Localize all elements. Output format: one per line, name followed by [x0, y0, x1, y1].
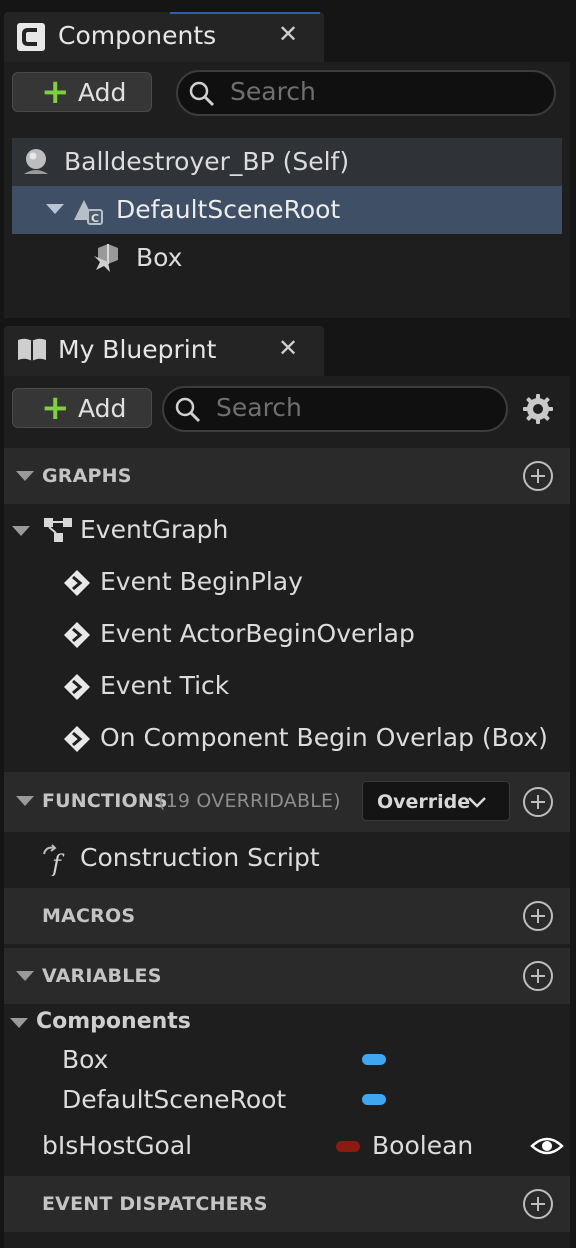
- function-row[interactable]: f Construction Script: [4, 834, 570, 882]
- blueprint-add-button[interactable]: + Add: [12, 388, 152, 428]
- event-dispatchers-section-header[interactable]: EVENT DISPATCHERS: [4, 1176, 570, 1232]
- add-variable-plus-icon[interactable]: [523, 961, 553, 991]
- search-icon: [175, 397, 201, 423]
- actor-sphere-icon: [24, 149, 48, 174]
- tree-row-default-scene-root[interactable]: C DefaultSceneRoot: [12, 186, 562, 234]
- event-row[interactable]: Event Tick: [4, 662, 570, 710]
- variable-name: Box: [62, 1045, 109, 1074]
- self-label: Balldestroyer_BP (Self): [64, 147, 350, 176]
- variable-name: DefaultSceneRoot: [62, 1085, 287, 1114]
- collapse-arrow-icon[interactable]: [16, 796, 34, 806]
- event-node-icon: [64, 674, 90, 700]
- expand-arrow-icon[interactable]: [46, 204, 64, 214]
- variables-header-label: VARIABLES: [42, 965, 162, 987]
- components-add-button[interactable]: + Add: [12, 72, 152, 112]
- svg-text:C: C: [91, 212, 99, 225]
- object-type-pin-icon: [362, 1094, 386, 1105]
- my-blueprint-tab[interactable]: My Blueprint ✕: [4, 326, 324, 376]
- default-scene-root-label: DefaultSceneRoot: [116, 195, 341, 224]
- expand-arrow-icon[interactable]: [10, 1018, 28, 1028]
- event-graph-label: EventGraph: [80, 515, 229, 544]
- chevron-down-icon: [468, 797, 486, 808]
- my-blueprint-close-icon[interactable]: ✕: [278, 334, 298, 362]
- add-plus-icon: +: [41, 72, 70, 112]
- tree-row-self[interactable]: Balldestroyer_BP (Self): [12, 138, 562, 186]
- box-label: Box: [136, 243, 183, 272]
- variable-category-components[interactable]: Components: [4, 1006, 570, 1040]
- variable-type-label[interactable]: Boolean: [372, 1131, 473, 1160]
- blueprint-search-placeholder: Search: [216, 393, 302, 422]
- my-blueprint-tab-title: My Blueprint: [58, 335, 217, 364]
- event-node-icon: [64, 570, 90, 596]
- variable-row[interactable]: DefaultSceneRoot: [4, 1080, 570, 1120]
- macros-section-header[interactable]: MACROS: [4, 888, 570, 944]
- components-category-label: Components: [36, 1009, 191, 1034]
- tab-accent-line: [170, 12, 320, 14]
- component-class-icon: [17, 23, 45, 51]
- construction-script-label: Construction Script: [80, 843, 320, 872]
- event-row[interactable]: Event ActorBeginOverlap: [4, 610, 570, 658]
- add-graph-plus-icon[interactable]: [523, 461, 553, 491]
- event-node-icon: [64, 726, 90, 752]
- event-node-icon: [64, 622, 90, 648]
- function-icon: f: [43, 844, 65, 876]
- add-macro-plus-icon[interactable]: [523, 901, 553, 931]
- object-type-pin-icon: [362, 1054, 386, 1065]
- graphs-header-label: GRAPHS: [42, 465, 132, 487]
- book-icon: [18, 338, 46, 361]
- variable-row[interactable]: bIsHostGoal Boolean: [4, 1124, 570, 1168]
- variable-name: bIsHostGoal: [42, 1131, 193, 1160]
- variable-row[interactable]: Box: [4, 1040, 570, 1080]
- event-label: On Component Begin Overlap (Box): [100, 723, 548, 752]
- boolean-type-pin-icon: [336, 1141, 360, 1152]
- event-row[interactable]: Event BeginPlay: [4, 558, 570, 606]
- scene-component-icon: C: [74, 200, 103, 225]
- macros-header-label: MACROS: [42, 905, 136, 927]
- blueprint-add-label: Add: [78, 394, 127, 423]
- collapse-arrow-icon[interactable]: [16, 471, 34, 481]
- add-function-plus-icon[interactable]: [523, 787, 553, 817]
- blueprint-search-input[interactable]: Search: [162, 386, 508, 432]
- event-row[interactable]: On Component Begin Overlap (Box): [4, 714, 570, 762]
- components-tab-title: Components: [58, 21, 217, 50]
- components-search-placeholder: Search: [230, 77, 316, 106]
- search-icon: [189, 81, 215, 107]
- event-label: Event Tick: [100, 671, 230, 700]
- gear-icon[interactable]: [522, 393, 554, 425]
- tree-row-box[interactable]: Box: [12, 234, 562, 282]
- add-event-dispatcher-plus-icon[interactable]: [523, 1189, 553, 1219]
- svg-text:f: f: [50, 850, 65, 876]
- components-add-label: Add: [78, 78, 127, 107]
- variables-section-header[interactable]: VARIABLES: [4, 948, 570, 1004]
- expand-arrow-icon[interactable]: [12, 526, 30, 536]
- event-label: Event BeginPlay: [100, 567, 303, 596]
- event-dispatchers-header-label: EVENT DISPATCHERS: [42, 1193, 268, 1215]
- components-close-icon[interactable]: ✕: [278, 20, 298, 48]
- box-collision-icon: [94, 244, 118, 272]
- functions-header-label: FUNCTIONS: [42, 790, 168, 812]
- override-dropdown[interactable]: Override: [362, 781, 510, 821]
- eye-icon[interactable]: [530, 1134, 564, 1158]
- functions-overridable-count: (19 OVERRIDABLE): [158, 790, 341, 812]
- components-search-input[interactable]: Search: [176, 70, 556, 116]
- graphs-section-header[interactable]: GRAPHS: [4, 448, 570, 504]
- event-graph-row[interactable]: EventGraph: [4, 506, 570, 554]
- override-label: Override: [377, 791, 471, 813]
- add-plus-icon: +: [41, 388, 70, 428]
- collapse-arrow-icon[interactable]: [16, 971, 34, 981]
- event-graph-icon: [44, 518, 72, 542]
- components-tab[interactable]: Components ✕: [4, 12, 324, 62]
- event-label: Event ActorBeginOverlap: [100, 619, 415, 648]
- functions-section-header[interactable]: FUNCTIONS (19 OVERRIDABLE) Override: [4, 772, 570, 832]
